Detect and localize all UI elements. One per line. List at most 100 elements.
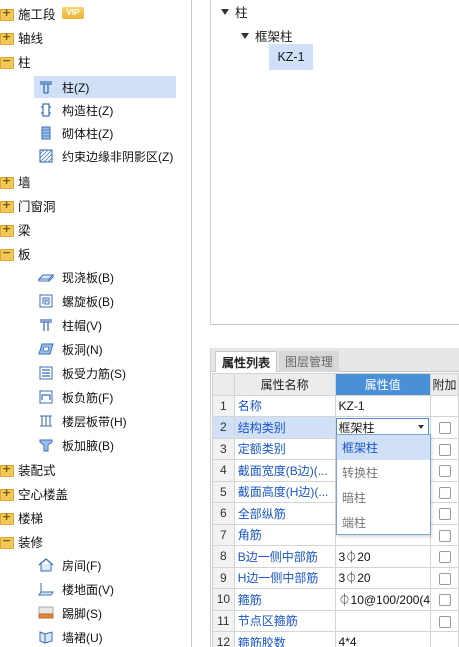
extra-cell[interactable] [430,416,459,439]
slab-opening-icon [38,341,54,357]
extra-checkbox[interactable] [438,572,451,585]
extra-checkbox[interactable] [438,508,451,521]
tree-item-constraint-edge-region[interactable]: 约束边缘非阴影区(Z) [34,145,176,167]
property-name-cell: 角筋 [233,523,336,546]
extra-cell[interactable] [430,545,459,568]
column-icon [38,79,54,95]
tree-item-room[interactable]: 房间(F) [34,554,176,576]
tree-item-constructional-column[interactable]: 构造柱(Z) [34,99,176,121]
tree-category-beam[interactable]: 梁 [0,218,31,240]
folder-expand-icon[interactable] [0,198,14,213]
spiral-slab-icon [38,293,54,309]
vip-badge: VIP [61,7,85,19]
tree-item-skirting[interactable]: 踢脚(S) [34,602,176,624]
expand-triangle-icon[interactable] [221,8,229,15]
tree-item-column[interactable]: 柱(Z) [34,76,176,98]
row-number: 4 [212,459,235,482]
extra-cell[interactable] [430,609,459,632]
tree-item-cast-in-place-slab[interactable]: 现浇板(B) [34,266,176,288]
dropdown-option-transfer-column[interactable]: 转换柱 [337,460,430,485]
extra-cell[interactable] [430,459,459,482]
tree-item-slab-opening[interactable]: 板洞(N) [34,338,176,360]
dropdown-option-hidden-column[interactable]: 暗柱 [337,485,430,510]
extra-checkbox[interactable] [438,594,451,607]
tree-item-spiral-slab[interactable]: 螺旋板(B) [34,290,176,312]
tree-category-stair[interactable]: 楼梯 [0,506,43,528]
dropdown-option-frame-column[interactable]: 框架柱 [337,435,430,460]
extra-cell[interactable] [430,566,459,589]
extra-checkbox[interactable] [438,443,451,456]
tab-layer-management[interactable]: 图层管理 [279,351,340,372]
property-row-stirrup-legs[interactable]: 12 箍筋胶数 4*4 [212,631,459,647]
folder-expand-icon[interactable] [0,510,14,525]
tab-property-list[interactable]: 属性列表 [215,351,278,372]
property-value-cell[interactable]: 4*4 [334,631,432,647]
column-header-property-name[interactable]: 属性名称 [233,373,336,396]
component-list-panel: 柱 框架柱 KZ-1 [210,0,459,325]
folder-collapse-icon[interactable] [0,246,14,261]
property-row-b-side-middle-rebar[interactable]: 8 B边一侧中部筋 3⏀20 [212,545,459,568]
extra-checkbox[interactable] [438,529,451,542]
property-row-name[interactable]: 1 名称 KZ-1 [212,394,459,417]
folder-collapse-icon[interactable] [0,534,14,549]
property-value-cell[interactable]: 3⏀20 [334,545,432,568]
tree-category-axis[interactable]: 轴线 [0,26,43,48]
extra-cell[interactable] [430,523,459,546]
tree-item-dado[interactable]: 墙裙(U) [34,626,176,647]
property-table-header-row: 属性名称 属性值 附加 [212,373,459,396]
expand-triangle-icon[interactable] [241,32,249,39]
dropdown-caret-icon[interactable] [418,425,425,430]
tree-node-column[interactable]: 柱 [221,2,248,21]
tab-label: 属性列表 [222,355,271,370]
tree-category-wall[interactable]: 墙 [0,170,31,192]
constructional-column-icon [38,102,54,118]
floor-surface-icon [38,581,54,597]
property-value-cell[interactable]: ⏀10@100/200(4 [334,588,432,611]
folder-expand-icon[interactable] [0,174,14,189]
extra-cell[interactable] [430,437,459,460]
folder-expand-icon[interactable] [0,222,14,237]
tree-item-floor-surface[interactable]: 楼地面(V) [34,578,176,600]
folder-collapse-icon[interactable] [0,54,14,69]
property-value-cell[interactable] [334,609,432,632]
component-item-kz-1[interactable]: KZ-1 [269,44,313,70]
tree-item-floor-slab-strip[interactable]: 楼层板带(H) [34,410,176,432]
folder-expand-icon[interactable] [0,486,14,501]
tree-item-slab-haunch[interactable]: 板加腋(B) [34,434,176,456]
extra-checkbox[interactable] [438,422,451,435]
extra-cell[interactable] [430,588,459,611]
extra-checkbox[interactable] [438,465,451,478]
property-name-cell: 定额类别 [233,437,336,460]
tree-item-slab-stress-rebar[interactable]: 板受力筋(S) [34,362,176,384]
column-header-property-value[interactable]: 属性值 [334,373,432,396]
room-house-icon [38,557,54,573]
tree-category-decoration[interactable]: 装修 [0,530,43,552]
column-header-extra[interactable]: 附加 [430,373,459,396]
extra-cell[interactable] [430,480,459,503]
folder-expand-icon[interactable] [0,6,14,21]
tree-item-column-cap[interactable]: 柱帽(V) [34,314,176,336]
property-value-cell[interactable]: 3⏀20 [334,566,432,589]
tree-item-slab-negative-rebar[interactable]: 板负筋(F) [34,386,176,408]
extra-checkbox[interactable] [438,551,451,564]
folder-expand-icon[interactable] [0,462,14,477]
tree-item-masonry-column[interactable]: 砌体柱(Z) [34,122,176,144]
extra-checkbox[interactable] [438,615,451,628]
tree-node-frame-column[interactable]: 框架柱 [241,26,293,45]
category-label: 梁 [18,223,31,238]
slab-haunch-icon [38,437,54,453]
tree-category-construction-section[interactable]: 施工段 VIP [0,2,85,24]
property-row-stirrup[interactable]: 10 箍筋 ⏀10@100/200(4 [212,588,459,611]
tree-category-prefabricated[interactable]: 装配式 [0,458,56,480]
folder-expand-icon[interactable] [0,30,14,45]
property-row-joint-stirrup[interactable]: 11 节点区箍筋 [212,609,459,632]
extra-checkbox[interactable] [438,486,451,499]
tree-category-hollow-floor[interactable]: 空心楼盖 [0,482,68,504]
extra-cell[interactable] [430,502,459,525]
tree-category-door-window-opening[interactable]: 门窗洞 [0,194,56,216]
tree-category-slab[interactable]: 板 [0,242,31,264]
dropdown-option-end-column[interactable]: 端柱 [337,510,430,535]
tree-category-column[interactable]: 柱 [0,50,31,72]
property-row-h-side-middle-rebar[interactable]: 9 H边一侧中部筋 3⏀20 [212,566,459,589]
property-value-cell[interactable]: KZ-1 [334,394,432,417]
